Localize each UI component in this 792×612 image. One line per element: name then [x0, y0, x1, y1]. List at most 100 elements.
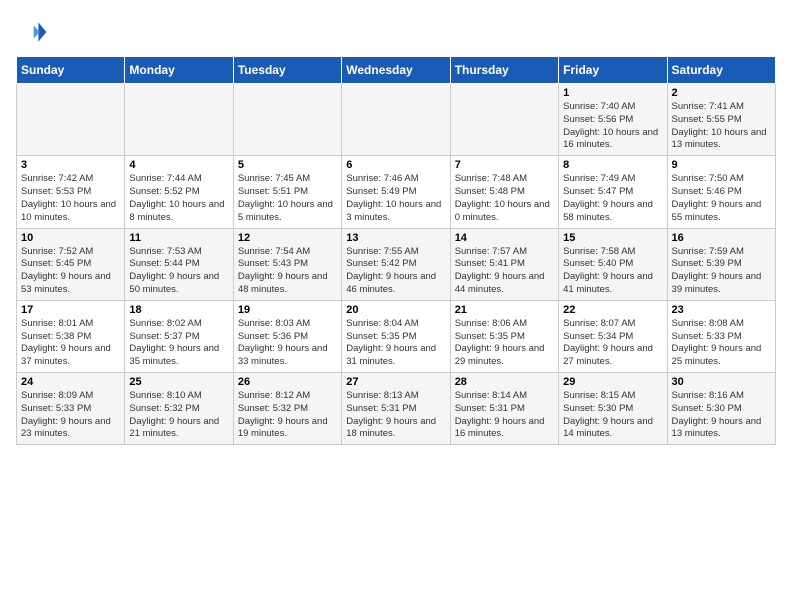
day-info: Sunrise: 8:07 AM Sunset: 5:34 PM Dayligh…: [563, 318, 662, 369]
day-number: 5: [238, 159, 337, 171]
calendar-cell: 20 Sunrise: 8:04 AM Sunset: 5:35 PM Dayli…: [342, 300, 450, 372]
calendar-cell: 22 Sunrise: 8:07 AM Sunset: 5:34 PM Dayli…: [559, 300, 667, 372]
calendar-cell: 29 Sunrise: 8:15 AM Sunset: 5:30 PM Dayli…: [559, 373, 667, 445]
day-info: Sunrise: 7:53 AM Sunset: 5:44 PM Dayligh…: [129, 246, 228, 297]
day-number: 6: [346, 159, 445, 171]
day-info: Sunrise: 7:54 AM Sunset: 5:43 PM Dayligh…: [238, 246, 337, 297]
calendar-cell: [233, 84, 341, 156]
calendar-cell: [125, 84, 233, 156]
day-number: 23: [672, 304, 771, 316]
day-info: Sunrise: 8:06 AM Sunset: 5:35 PM Dayligh…: [455, 318, 554, 369]
day-info: Sunrise: 8:15 AM Sunset: 5:30 PM Dayligh…: [563, 390, 662, 441]
calendar-cell: [17, 84, 125, 156]
calendar-cell: 17Sunrise: 8:01 AM Sunset: 5:38 PM Dayli…: [17, 300, 125, 372]
header: [16, 16, 776, 48]
calendar-cell: 2Sunrise: 7:41 AM Sunset: 5:55 PM Daylig…: [667, 84, 775, 156]
day-number: 13: [346, 232, 445, 244]
calendar-header-monday: Monday: [125, 57, 233, 84]
calendar-week-1: 1 Sunrise: 7:40 AM Sunset: 5:56 PM Daylig…: [17, 84, 776, 156]
day-info: Sunrise: 8:09 AM Sunset: 5:33 PM Dayligh…: [21, 390, 120, 441]
day-info: Sunrise: 7:58 AM Sunset: 5:40 PM Dayligh…: [563, 246, 662, 297]
calendar-header-thursday: Thursday: [450, 57, 558, 84]
day-number: 24: [21, 376, 120, 388]
day-info: Sunrise: 7:55 AM Sunset: 5:42 PM Dayligh…: [346, 246, 445, 297]
calendar-cell: 19 Sunrise: 8:03 AM Sunset: 5:36 PM Dayli…: [233, 300, 341, 372]
day-number: 20: [346, 304, 445, 316]
calendar-cell: 28 Sunrise: 8:14 AM Sunset: 5:31 PM Dayli…: [450, 373, 558, 445]
day-info: Sunrise: 7:57 AM Sunset: 5:41 PM Dayligh…: [455, 246, 554, 297]
calendar-cell: 24 Sunrise: 8:09 AM Sunset: 5:33 PM Dayli…: [17, 373, 125, 445]
day-info: Sunrise: 7:44 AM Sunset: 5:52 PM Dayligh…: [129, 173, 228, 224]
calendar-cell: 4Sunrise: 7:44 AM Sunset: 5:52 PM Daylig…: [125, 156, 233, 228]
day-info: Sunrise: 7:46 AM Sunset: 5:49 PM Dayligh…: [346, 173, 445, 224]
day-info: Sunrise: 8:04 AM Sunset: 5:35 PM Dayligh…: [346, 318, 445, 369]
calendar-cell: 25 Sunrise: 8:10 AM Sunset: 5:32 PM Dayli…: [125, 373, 233, 445]
calendar-cell: 14 Sunrise: 7:57 AM Sunset: 5:41 PM Dayli…: [450, 228, 558, 300]
day-number: 22: [563, 304, 662, 316]
logo-icon: [16, 16, 48, 48]
calendar-cell: [342, 84, 450, 156]
calendar-cell: 5 Sunrise: 7:45 AM Sunset: 5:51 PM Daylig…: [233, 156, 341, 228]
day-info: Sunrise: 7:45 AM Sunset: 5:51 PM Dayligh…: [238, 173, 337, 224]
day-number: 1: [563, 87, 662, 99]
day-info: Sunrise: 7:41 AM Sunset: 5:55 PM Dayligh…: [672, 101, 771, 152]
day-number: 9: [672, 159, 771, 171]
day-number: 14: [455, 232, 554, 244]
calendar-cell: 16 Sunrise: 7:59 AM Sunset: 5:39 PM Dayli…: [667, 228, 775, 300]
day-number: 26: [238, 376, 337, 388]
page: SundayMondayTuesdayWednesdayThursdayFrid…: [0, 0, 792, 455]
day-number: 10: [21, 232, 120, 244]
day-info: Sunrise: 7:48 AM Sunset: 5:48 PM Dayligh…: [455, 173, 554, 224]
day-number: 25: [129, 376, 228, 388]
calendar-header-saturday: Saturday: [667, 57, 775, 84]
calendar-header-friday: Friday: [559, 57, 667, 84]
day-info: Sunrise: 8:12 AM Sunset: 5:32 PM Dayligh…: [238, 390, 337, 441]
calendar-cell: 7 Sunrise: 7:48 AM Sunset: 5:48 PM Daylig…: [450, 156, 558, 228]
calendar-header-tuesday: Tuesday: [233, 57, 341, 84]
calendar-cell: 18 Sunrise: 8:02 AM Sunset: 5:37 PM Dayli…: [125, 300, 233, 372]
day-number: 28: [455, 376, 554, 388]
day-info: Sunrise: 8:02 AM Sunset: 5:37 PM Dayligh…: [129, 318, 228, 369]
calendar-cell: 10 Sunrise: 7:52 AM Sunset: 5:45 PM Dayli…: [17, 228, 125, 300]
day-number: 19: [238, 304, 337, 316]
logo: [16, 16, 52, 48]
day-info: Sunrise: 8:08 AM Sunset: 5:33 PM Dayligh…: [672, 318, 771, 369]
calendar-cell: 15 Sunrise: 7:58 AM Sunset: 5:40 PM Dayli…: [559, 228, 667, 300]
day-info: Sunrise: 7:59 AM Sunset: 5:39 PM Dayligh…: [672, 246, 771, 297]
day-number: 27: [346, 376, 445, 388]
day-number: 29: [563, 376, 662, 388]
calendar-header-row: SundayMondayTuesdayWednesdayThursdayFrid…: [17, 57, 776, 84]
day-number: 15: [563, 232, 662, 244]
day-info: Sunrise: 7:52 AM Sunset: 5:45 PM Dayligh…: [21, 246, 120, 297]
calendar-week-4: 17Sunrise: 8:01 AM Sunset: 5:38 PM Dayli…: [17, 300, 776, 372]
calendar-cell: 6 Sunrise: 7:46 AM Sunset: 5:49 PM Daylig…: [342, 156, 450, 228]
calendar-week-2: 3Sunrise: 7:42 AM Sunset: 5:53 PM Daylig…: [17, 156, 776, 228]
day-number: 18: [129, 304, 228, 316]
day-number: 30: [672, 376, 771, 388]
day-number: 11: [129, 232, 228, 244]
day-info: Sunrise: 8:16 AM Sunset: 5:30 PM Dayligh…: [672, 390, 771, 441]
day-info: Sunrise: 8:14 AM Sunset: 5:31 PM Dayligh…: [455, 390, 554, 441]
calendar-header-wednesday: Wednesday: [342, 57, 450, 84]
calendar-cell: 23 Sunrise: 8:08 AM Sunset: 5:33 PM Dayli…: [667, 300, 775, 372]
calendar-cell: 11 Sunrise: 7:53 AM Sunset: 5:44 PM Dayli…: [125, 228, 233, 300]
day-info: Sunrise: 8:03 AM Sunset: 5:36 PM Dayligh…: [238, 318, 337, 369]
day-number: 7: [455, 159, 554, 171]
day-number: 21: [455, 304, 554, 316]
day-info: Sunrise: 7:40 AM Sunset: 5:56 PM Dayligh…: [563, 101, 662, 152]
calendar-cell: 8 Sunrise: 7:49 AM Sunset: 5:47 PM Daylig…: [559, 156, 667, 228]
calendar-week-3: 10 Sunrise: 7:52 AM Sunset: 5:45 PM Dayli…: [17, 228, 776, 300]
calendar-cell: 13 Sunrise: 7:55 AM Sunset: 5:42 PM Dayli…: [342, 228, 450, 300]
day-number: 8: [563, 159, 662, 171]
calendar-cell: [450, 84, 558, 156]
day-info: Sunrise: 8:13 AM Sunset: 5:31 PM Dayligh…: [346, 390, 445, 441]
calendar-cell: 3Sunrise: 7:42 AM Sunset: 5:53 PM Daylig…: [17, 156, 125, 228]
calendar-week-5: 24 Sunrise: 8:09 AM Sunset: 5:33 PM Dayli…: [17, 373, 776, 445]
day-info: Sunrise: 8:01 AM Sunset: 5:38 PM Dayligh…: [21, 318, 120, 369]
day-info: Sunrise: 7:49 AM Sunset: 5:47 PM Dayligh…: [563, 173, 662, 224]
day-info: Sunrise: 7:42 AM Sunset: 5:53 PM Dayligh…: [21, 173, 120, 224]
day-number: 16: [672, 232, 771, 244]
calendar-cell: 30 Sunrise: 8:16 AM Sunset: 5:30 PM Dayli…: [667, 373, 775, 445]
day-info: Sunrise: 8:10 AM Sunset: 5:32 PM Dayligh…: [129, 390, 228, 441]
calendar-header-sunday: Sunday: [17, 57, 125, 84]
